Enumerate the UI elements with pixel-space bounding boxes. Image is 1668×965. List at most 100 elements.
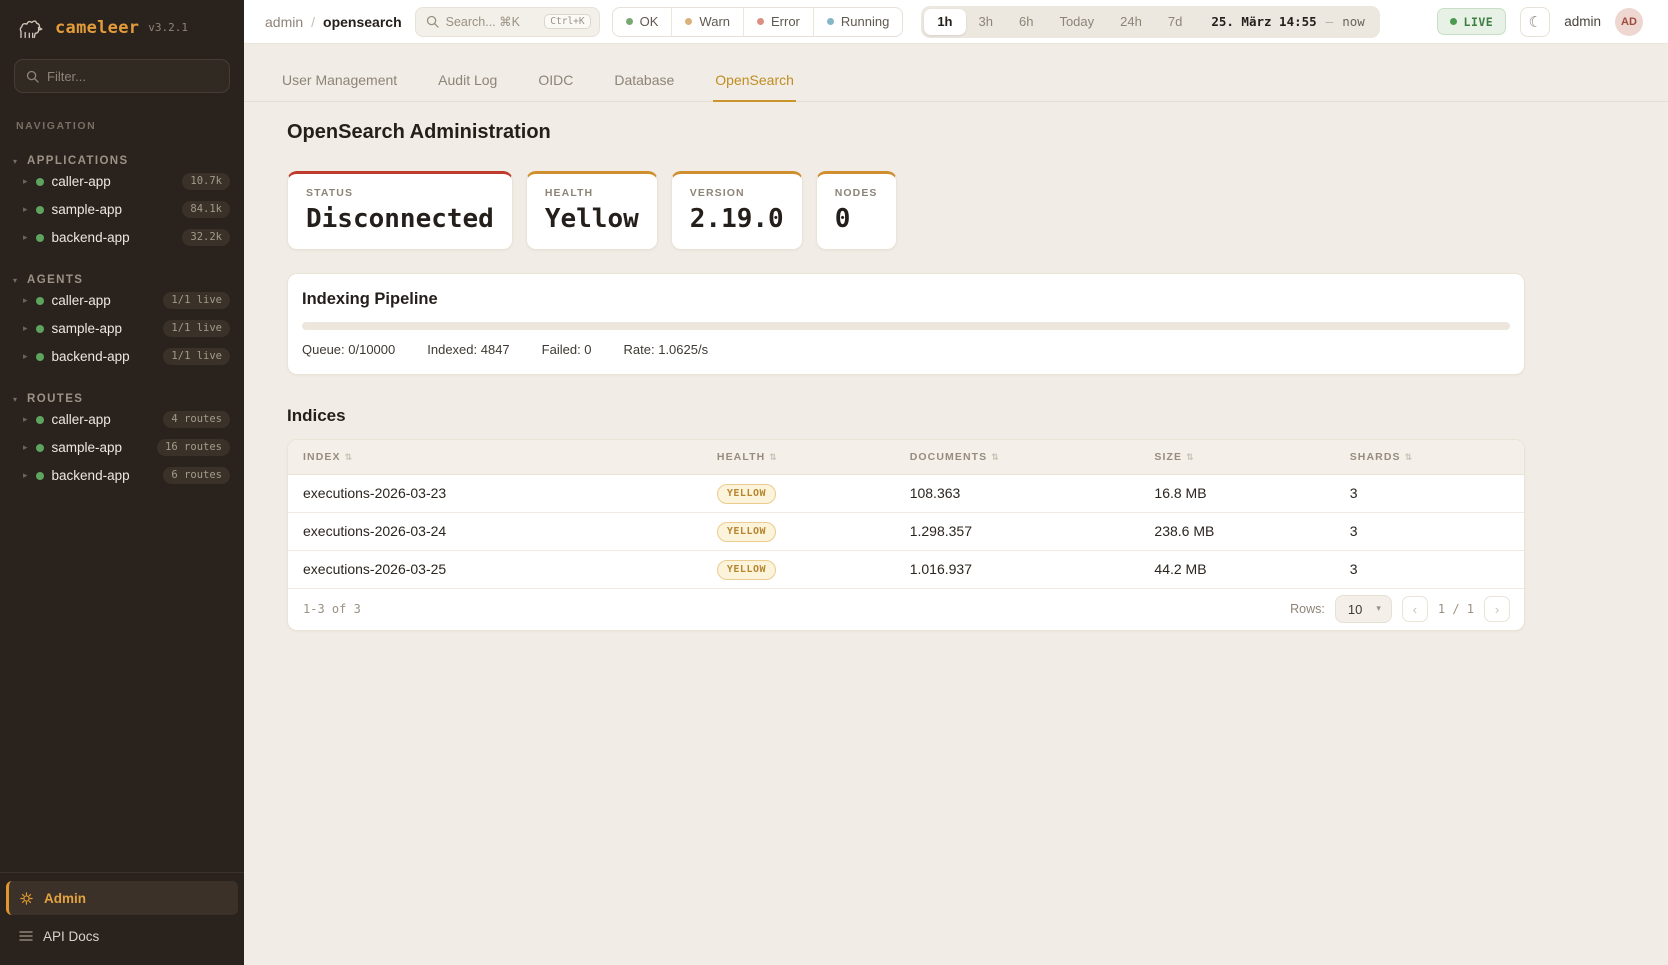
sidebar-item-routes-caller-app[interactable]: ▸ caller-app 4 routes <box>0 406 244 433</box>
breadcrumb-admin[interactable]: admin <box>265 14 303 30</box>
shortcut-badge: Ctrl+K <box>544 14 590 29</box>
routes-badge: 4 routes <box>163 411 230 428</box>
datetime-end: now <box>1342 14 1365 29</box>
time-range-today[interactable]: Today <box>1046 9 1107 35</box>
rows-per-page-select[interactable]: 10 ▾ <box>1335 595 1392 623</box>
sidebar-item-agents-caller-app[interactable]: ▸ caller-app 1/1 live <box>0 287 244 314</box>
sidebar-item-agents-backend-app[interactable]: ▸ backend-app 1/1 live <box>0 343 244 370</box>
search-icon <box>426 15 439 28</box>
column-header-documents[interactable]: DOCUMENTS⇅ <box>910 440 1155 474</box>
search-icon <box>26 70 39 83</box>
routes-badge: 16 routes <box>157 439 230 456</box>
health-badge: YELLOW <box>717 522 776 542</box>
navigation-label: NAVIGATION <box>16 120 228 132</box>
pipeline-rate: Rate: 1.0625/s <box>624 342 709 357</box>
health-badge: YELLOW <box>717 560 776 580</box>
tab-oidc[interactable]: OIDC <box>536 63 575 102</box>
status-dot <box>36 325 44 333</box>
filter-warn[interactable]: Warn <box>671 8 743 36</box>
page-title: OpenSearch Administration <box>287 121 1525 144</box>
ok-dot <box>626 18 633 25</box>
sidebar-item-applications-sample-app[interactable]: ▸ sample-app 84.1k <box>0 196 244 223</box>
tab-database[interactable]: Database <box>612 63 676 102</box>
sidebar-item-agents-sample-app[interactable]: ▸ sample-app 1/1 live <box>0 315 244 342</box>
live-badge: 1/1 live <box>163 320 230 337</box>
index-size: 16.8 MB <box>1154 474 1349 512</box>
sort-icon: ⇅ <box>991 453 1000 463</box>
filter-running[interactable]: Running <box>813 8 902 36</box>
datetime-display[interactable]: 25. März 14:55 — now <box>1195 14 1376 29</box>
chevron-right-icon: ▸ <box>23 352 28 362</box>
username: admin <box>1564 14 1601 29</box>
breadcrumb-opensearch: opensearch <box>323 14 402 30</box>
sort-icon: ⇅ <box>345 453 354 463</box>
gear-icon <box>19 891 34 906</box>
topbar: admin / opensearch Search... ⌘K Ctrl+K O… <box>244 0 1668 44</box>
time-range-7d[interactable]: 7d <box>1155 9 1195 35</box>
prev-page-button[interactable]: ‹ <box>1402 596 1428 622</box>
health-value: Yellow <box>545 204 639 234</box>
live-badge: 1/1 live <box>163 292 230 309</box>
pipeline-indexed: Indexed: 4847 <box>427 342 509 357</box>
status-dot <box>36 472 44 480</box>
chevron-right-icon: ▸ <box>23 443 28 453</box>
filter-ok[interactable]: OK <box>613 8 672 36</box>
sidebar-item-applications-caller-app[interactable]: ▸ caller-app 10.7k <box>0 168 244 195</box>
time-range-1h[interactable]: 1h <box>924 9 965 35</box>
column-header-shards[interactable]: SHARDS⇅ <box>1350 440 1524 474</box>
time-range-24h[interactable]: 24h <box>1107 9 1155 35</box>
sort-icon: ⇅ <box>1186 453 1195 463</box>
global-search[interactable]: Search... ⌘K Ctrl+K <box>415 7 600 37</box>
section-header-applications[interactable]: ▾ APPLICATIONS <box>0 155 244 167</box>
sidebar-item-api-docs[interactable]: API Docs <box>6 919 238 953</box>
index-name: executions-2026-03-25 <box>288 550 717 588</box>
table-row[interactable]: executions-2026-03-25 YELLOW 1.016.937 4… <box>288 550 1524 588</box>
documents-count: 108.363 <box>910 474 1155 512</box>
pipeline-progress-bar <box>302 322 1510 330</box>
status-dot <box>36 416 44 424</box>
sidebar-item-admin[interactable]: Admin <box>6 881 238 915</box>
indices-table: INDEX⇅ HEALTH⇅ DOCUMENTS⇅ SIZE⇅ SHARDS⇅ … <box>288 440 1524 589</box>
dark-mode-toggle[interactable]: ☾ <box>1520 7 1550 37</box>
time-range-group: 1h 3h 6h Today 24h 7d 25. März 14:55 — n… <box>921 6 1379 38</box>
chevron-right-icon: ▸ <box>23 296 28 306</box>
list-icon <box>19 930 33 942</box>
sidebar-item-routes-backend-app[interactable]: ▸ backend-app 6 routes <box>0 462 244 489</box>
tab-user-management[interactable]: User Management <box>280 63 399 102</box>
tab-opensearch[interactable]: OpenSearch <box>713 63 796 102</box>
column-header-index[interactable]: INDEX⇅ <box>288 440 717 474</box>
moon-icon: ☾ <box>1528 13 1541 31</box>
routes-badge: 6 routes <box>163 467 230 484</box>
pipeline-stats: Queue: 0/10000 Indexed: 4847 Failed: 0 R… <box>302 342 1510 357</box>
time-range-6h[interactable]: 6h <box>1006 9 1046 35</box>
avatar[interactable]: AD <box>1615 8 1643 36</box>
sidebar-item-routes-sample-app[interactable]: ▸ sample-app 16 routes <box>0 434 244 461</box>
shards-count: 3 <box>1350 512 1524 550</box>
table-row[interactable]: executions-2026-03-23 YELLOW 108.363 16.… <box>288 474 1524 512</box>
filter-error[interactable]: Error <box>743 8 813 36</box>
brand-version: v3.2.1 <box>148 21 188 34</box>
chevron-right-icon: ▸ <box>23 471 28 481</box>
nav-section-applications: ▾ APPLICATIONS ▸ caller-app 10.7k ▸ samp… <box>0 155 244 251</box>
live-status-badge[interactable]: LIVE <box>1437 8 1507 35</box>
section-header-routes[interactable]: ▾ ROUTES <box>0 393 244 405</box>
sidebar-item-applications-backend-app[interactable]: ▸ backend-app 32.2k <box>0 224 244 251</box>
status-dot <box>36 178 44 186</box>
status-cards: STATUS Disconnected HEALTH Yellow VERSIO… <box>287 171 1525 250</box>
time-range-3h[interactable]: 3h <box>966 9 1006 35</box>
chevron-down-icon: ▾ <box>13 157 17 166</box>
tab-audit-log[interactable]: Audit Log <box>436 63 499 102</box>
column-header-size[interactable]: SIZE⇅ <box>1154 440 1349 474</box>
row-range: 1-3 of 3 <box>303 602 361 616</box>
version-value: 2.19.0 <box>690 204 784 234</box>
sidebar-filter[interactable] <box>14 59 230 93</box>
next-page-button[interactable]: › <box>1484 596 1510 622</box>
documents-count: 1.298.357 <box>910 512 1155 550</box>
health-badge: YELLOW <box>717 484 776 504</box>
section-header-agents[interactable]: ▾ AGENTS <box>0 274 244 286</box>
shards-count: 3 <box>1350 474 1524 512</box>
column-header-health[interactable]: HEALTH⇅ <box>717 440 910 474</box>
table-row[interactable]: executions-2026-03-24 YELLOW 1.298.357 2… <box>288 512 1524 550</box>
filter-input[interactable] <box>47 69 218 84</box>
pipeline-queue: Queue: 0/10000 <box>302 342 395 357</box>
